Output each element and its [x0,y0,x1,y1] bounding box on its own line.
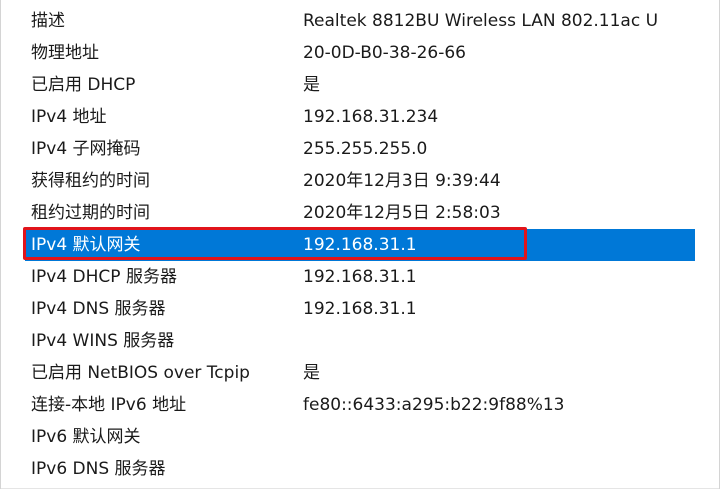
property-value: 2020年12月3日 9:39:44 [303,171,501,191]
detail-row-ipv4-dns-server[interactable]: IPv4 DNS 服务器 192.168.31.1 [25,293,695,325]
property-value: 2020年12月5日 2:58:03 [303,203,501,223]
detail-row-lease-expires[interactable]: 租约过期的时间 2020年12月5日 2:58:03 [25,197,695,229]
detail-row-link-local-ipv6-address[interactable]: 连接-本地 IPv6 地址 fe80::6433:a295:b22:9f88%1… [25,389,695,421]
property-value: 192.168.31.1 [303,235,417,255]
property-name: IPv4 默认网关 [31,235,141,255]
property-name: IPv4 地址 [31,107,107,127]
detail-row-dhcp-enabled[interactable]: 已启用 DHCP 是 [25,69,695,101]
property-value: 192.168.31.234 [303,107,439,127]
property-name: 租约过期的时间 [31,203,150,223]
property-name: 获得租约的时间 [31,171,150,191]
property-value: 是 [303,75,320,95]
property-name: 已启用 NetBIOS over Tcpip [31,363,250,383]
detail-row-ipv4-dhcp-server[interactable]: IPv4 DHCP 服务器 192.168.31.1 [25,261,695,293]
property-name: 描述 [31,11,65,31]
detail-row-ipv4-wins-server[interactable]: IPv4 WINS 服务器 [25,325,695,357]
property-name: IPv4 DNS 服务器 [31,299,166,319]
detail-row-ipv4-default-gateway[interactable]: IPv4 默认网关 192.168.31.1 [25,229,695,261]
property-value: fe80::6433:a295:b22:9f88%13 [303,395,565,415]
network-connection-details-panel: 描述 Realtek 8812BU Wireless LAN 802.11ac … [0,0,720,489]
detail-row-physical-address[interactable]: 物理地址 20-0D-B0-38-26-66 [25,37,695,69]
property-value: 192.168.31.1 [303,267,417,287]
detail-row-netbios-over-tcpip[interactable]: 已启用 NetBIOS over Tcpip 是 [25,357,695,389]
detail-row-ipv6-dns-server[interactable]: IPv6 DNS 服务器 [25,453,695,485]
property-name: IPv6 DNS 服务器 [31,459,166,479]
property-name: 连接-本地 IPv6 地址 [31,395,187,415]
details-list: 描述 Realtek 8812BU Wireless LAN 802.11ac … [25,5,695,485]
detail-row-ipv4-subnet-mask[interactable]: IPv4 子网掩码 255.255.255.0 [25,133,695,165]
property-value: 20-0D-B0-38-26-66 [303,43,466,63]
property-name: IPv6 默认网关 [31,427,141,447]
property-name: 物理地址 [31,43,99,63]
detail-row-ipv4-address[interactable]: IPv4 地址 192.168.31.234 [25,101,695,133]
property-value: 是 [303,363,320,383]
detail-row-description[interactable]: 描述 Realtek 8812BU Wireless LAN 802.11ac … [25,5,695,37]
property-value: Realtek 8812BU Wireless LAN 802.11ac U [303,11,659,31]
property-name: IPv4 DHCP 服务器 [31,267,177,287]
detail-row-ipv6-default-gateway[interactable]: IPv6 默认网关 [25,421,695,453]
property-value: 255.255.255.0 [303,139,428,159]
detail-row-lease-obtained[interactable]: 获得租约的时间 2020年12月3日 9:39:44 [25,165,695,197]
property-name: IPv4 子网掩码 [31,139,141,159]
property-name: IPv4 WINS 服务器 [31,331,175,351]
property-name: 已启用 DHCP [31,75,136,95]
property-value: 192.168.31.1 [303,299,417,319]
